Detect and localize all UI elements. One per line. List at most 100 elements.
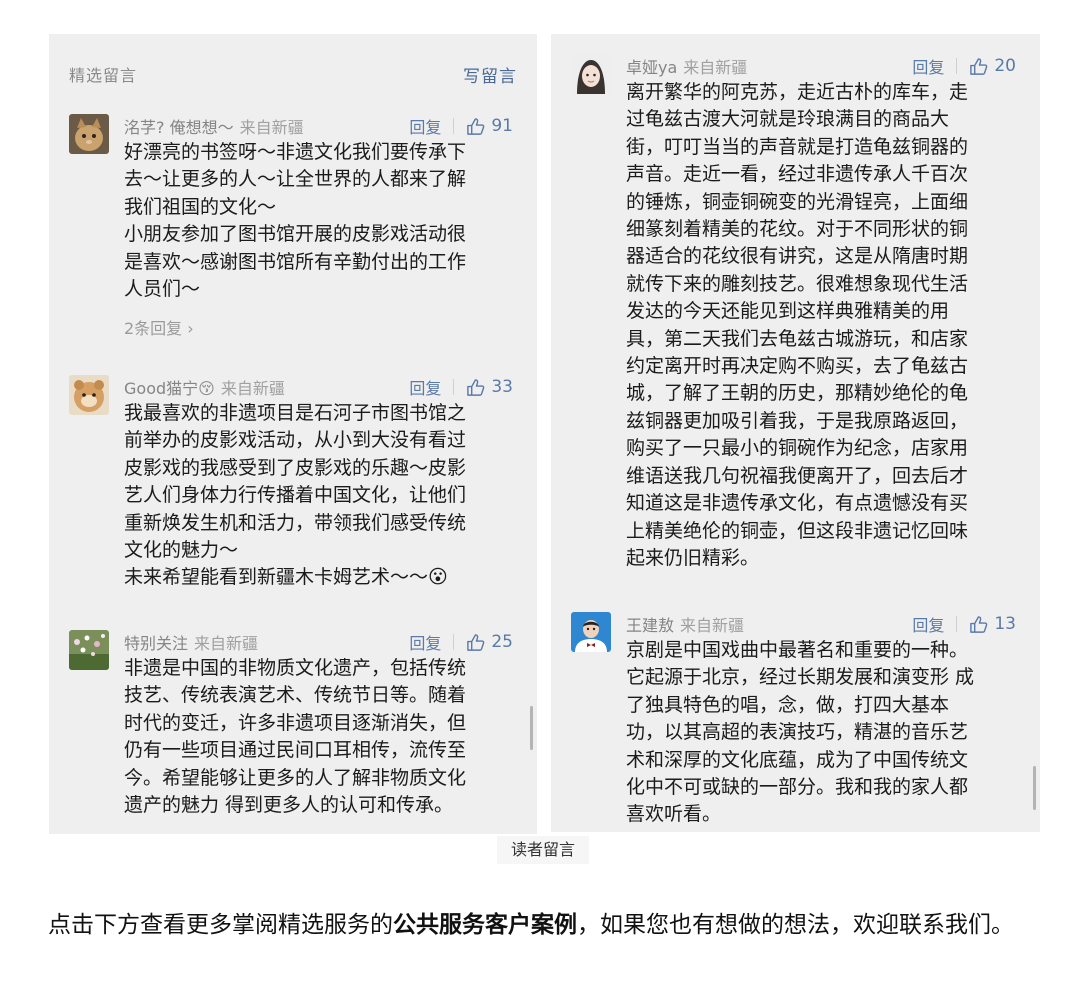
write-comment-button[interactable]: 写留言 <box>463 62 517 87</box>
commenter-name[interactable]: 卓娅ya <box>626 58 677 77</box>
comment-line: 仍有一些项目通过民间口耳相传，流传至 <box>124 739 467 762</box>
commenter-name[interactable]: 特别关注 <box>124 634 188 653</box>
comment-body: 好漂亮的书签呀～非遗文化我们要传承下 去～让更多的人～让全世界的人都来了解 我们… <box>124 139 517 303</box>
comment-line: 喜欢听看。 <box>626 803 722 826</box>
comment-line: 了独具特色的唱，念，做，打四大基本 <box>626 693 950 716</box>
footer-prefix: 点击下方查看更多掌阅精选服务的 <box>48 912 393 938</box>
comment-line: 我们祖国的文化～ <box>124 195 277 218</box>
divider <box>453 634 455 650</box>
comment-meta: Good猫宁😚 来自新疆 回复 33 <box>124 375 513 399</box>
comment-line: 维语送我几句祝福我便离开了，回去后才 <box>626 464 969 487</box>
comment-item: Good猫宁😚 来自新疆 回复 33 我最喜欢的非遗项目是石河子市图书馆之 前举办… <box>69 375 517 605</box>
comment-item: 卓娅ya 来自新疆 回复 20 离开繁华的阿克苏，走近古朴的库车，走 过龟兹古渡大… <box>571 54 1020 584</box>
comment-line: 京剧是中国戏曲中最著名和重要的一种。 <box>626 639 969 661</box>
panel-header: 精选留言 写留言 <box>69 62 517 87</box>
like-count: 13 <box>994 614 1016 634</box>
comment-line: 艺人们身体力行传播着中国文化，让他们 <box>124 484 467 507</box>
comment-line: 发达的今天还能见到这样典雅精美的用 <box>626 300 950 323</box>
footer-suffix: ，如果您也有想做的想法，欢迎联系我们。 <box>577 912 1014 938</box>
flowers-avatar-icon[interactable] <box>69 630 109 670</box>
like-count: 20 <box>994 56 1016 76</box>
like-count: 25 <box>491 632 513 652</box>
comment-line: 购买了一只最小的铜碗作为纪念，店家用 <box>626 437 969 460</box>
comment-line: 起来仍旧精彩。 <box>626 546 760 569</box>
emoji-icon: 😚 <box>198 379 215 398</box>
selected-comments-panel-right: 卓娅ya 来自新疆 回复 20 离开繁华的阿克苏，走近古朴的库车，走 过龟兹古渡大… <box>551 34 1040 832</box>
comment-line: 细篆刻着精美的花纹。对于不同形状的铜 <box>626 218 969 241</box>
commenter-name[interactable]: 洺芓? 俺想想～ <box>124 118 234 137</box>
reply-button[interactable]: 回复 <box>409 114 441 138</box>
commenter-location: 来自新疆 <box>194 634 259 653</box>
divider <box>956 58 958 74</box>
comment-meta: 特别关注 来自新疆 回复 25 <box>124 630 513 654</box>
comment-line: 上精美绝伦的铜壶，但这段非遗记忆回味 <box>626 519 969 542</box>
like-count: 33 <box>491 377 513 397</box>
commenter-name[interactable]: Good猫宁 <box>124 379 198 398</box>
commenter-name[interactable]: 王建敖 <box>626 616 674 635</box>
comment-line: 人员们～ <box>124 278 201 301</box>
scrollbar[interactable] <box>530 706 533 750</box>
thumbs-up-icon <box>970 615 988 633</box>
thumbs-up-icon <box>970 57 988 75</box>
comment-body: 京剧是中国戏曲中最著名和重要的一种。 它起源于北京，经过长期发展和演变形 成 了… <box>626 637 1020 829</box>
comment-line: 声音。走近一看，经过非遗传承人千百次 <box>626 163 969 186</box>
comment-line: 术和深厚的文化底蕴，成为了中国传统文 <box>626 748 969 771</box>
comment-meta: 洺芓? 俺想想～ 来自新疆 回复 91 <box>124 114 513 138</box>
comment-body: 非遗是中国的非物质文化遗产，包括传统 技艺、传统表演艺术、传统节日等。随着 时代… <box>124 655 517 819</box>
comment-line: 功，以其高超的表演技巧，精湛的音乐艺 <box>626 721 969 744</box>
comment-line: 的锤炼，铜壶铜碗变的光滑锃亮，上面细 <box>626 190 969 213</box>
commenter-location: 来自新疆 <box>683 58 748 77</box>
comment-line: 器适合的花纹很有讲究，这是从隋唐时期 <box>626 245 969 268</box>
selected-comments-panel-left: 精选留言 写留言 洺芓? 俺想想～ 来自新疆 回复 91 好漂亮的书签呀～非遗文… <box>49 34 537 834</box>
comment-item: 洺芓? 俺想想～ 来自新疆 回复 91 好漂亮的书签呀～非遗文化我们要传承下 去～… <box>69 114 517 344</box>
case-study-link[interactable]: 公共服务客户案例 <box>393 912 577 938</box>
comment-line: 前举办的皮影戏活动，从小到大没有看过 <box>124 429 467 452</box>
scrollbar[interactable] <box>1033 766 1036 810</box>
boy-avatar-icon[interactable] <box>571 612 611 652</box>
footer-paragraph: 点击下方查看更多掌阅精选服务的公共服务客户案例，如果您也有想做的想法，欢迎联系我… <box>48 904 1048 946</box>
divider <box>453 118 455 134</box>
commenter-location: 来自新疆 <box>239 118 304 137</box>
comment-line: 化中不可或缺的一部分。我和我的家人都 <box>626 776 969 799</box>
like-button[interactable]: 33 <box>466 377 513 397</box>
selected-comments-title: 精选留言 <box>69 66 138 85</box>
like-count: 91 <box>491 116 513 136</box>
reply-button[interactable]: 回复 <box>409 375 441 399</box>
view-replies-link[interactable]: 2条回复 › <box>124 315 194 339</box>
comment-line: 我最喜欢的非遗项目是石河子市图书馆之 <box>124 402 467 424</box>
comment-line: 城，了解了王朝的历史，那精妙绝伦的龟 <box>626 382 969 405</box>
comment-line: 遗产的魅力 得到更多人的认可和传承。 <box>124 794 454 817</box>
like-button[interactable]: 91 <box>466 116 513 136</box>
image-caption: 读者留言 <box>497 836 589 864</box>
cat-avatar-icon[interactable] <box>69 114 109 154</box>
comment-line: 是喜欢～感谢图书馆所有辛勤付出的工作 <box>124 250 467 273</box>
comment-line: 过龟兹古渡大河就是玲琅满目的商品大 <box>626 108 950 131</box>
comment-line: 去～让更多的人～让全世界的人都来了解 <box>124 168 467 191</box>
thumbs-up-icon <box>467 117 485 135</box>
comment-meta: 卓娅ya 来自新疆 回复 20 <box>626 54 1016 78</box>
like-button[interactable]: 25 <box>466 632 513 652</box>
comment-line: 约定离开时再决定购不购买，去了龟兹古 <box>626 355 969 378</box>
comment-line: 重新焕发生机和活力，带领我们感受传统 <box>124 511 467 534</box>
divider <box>453 379 455 395</box>
comment-line: 未来希望能看到新疆木卡姆艺术～～😮 <box>124 566 448 589</box>
girl-avatar-icon[interactable] <box>571 54 611 94</box>
thumbs-up-icon <box>467 633 485 651</box>
plush-toy-avatar-icon[interactable] <box>69 375 109 415</box>
reply-button[interactable]: 回复 <box>409 630 441 654</box>
reply-button[interactable]: 回复 <box>912 54 944 78</box>
commenter-location: 来自新疆 <box>680 616 745 635</box>
comment-line: 非遗是中国的非物质文化遗产，包括传统 <box>124 657 467 679</box>
comment-line: 好漂亮的书签呀～非遗文化我们要传承下 <box>124 141 467 163</box>
comment-meta: 王建敖 来自新疆 回复 13 <box>626 612 1016 636</box>
comment-line: 小朋友参加了图书馆开展的皮影戏活动很 <box>124 223 467 246</box>
comment-line: 就传下来的雕刻技艺。很难想象现代生活 <box>626 272 969 295</box>
comment-body: 离开繁华的阿克苏，走近古朴的库车，走 过龟兹古渡大河就是玲琅满目的商品大 街，叮… <box>626 79 1020 572</box>
thumbs-up-icon <box>467 378 485 396</box>
like-button[interactable]: 13 <box>969 614 1016 634</box>
comment-body: 我最喜欢的非遗项目是石河子市图书馆之 前举办的皮影戏活动，从小到大没有看过 皮影… <box>124 400 517 592</box>
like-button[interactable]: 20 <box>969 56 1016 76</box>
reply-button[interactable]: 回复 <box>912 612 944 636</box>
comment-line: 它起源于北京，经过长期发展和演变形 成 <box>626 666 975 689</box>
comment-item: 特别关注 来自新疆 回复 25 非遗是中国的非物质文化遗产，包括传统 技艺、传统表… <box>69 630 517 834</box>
